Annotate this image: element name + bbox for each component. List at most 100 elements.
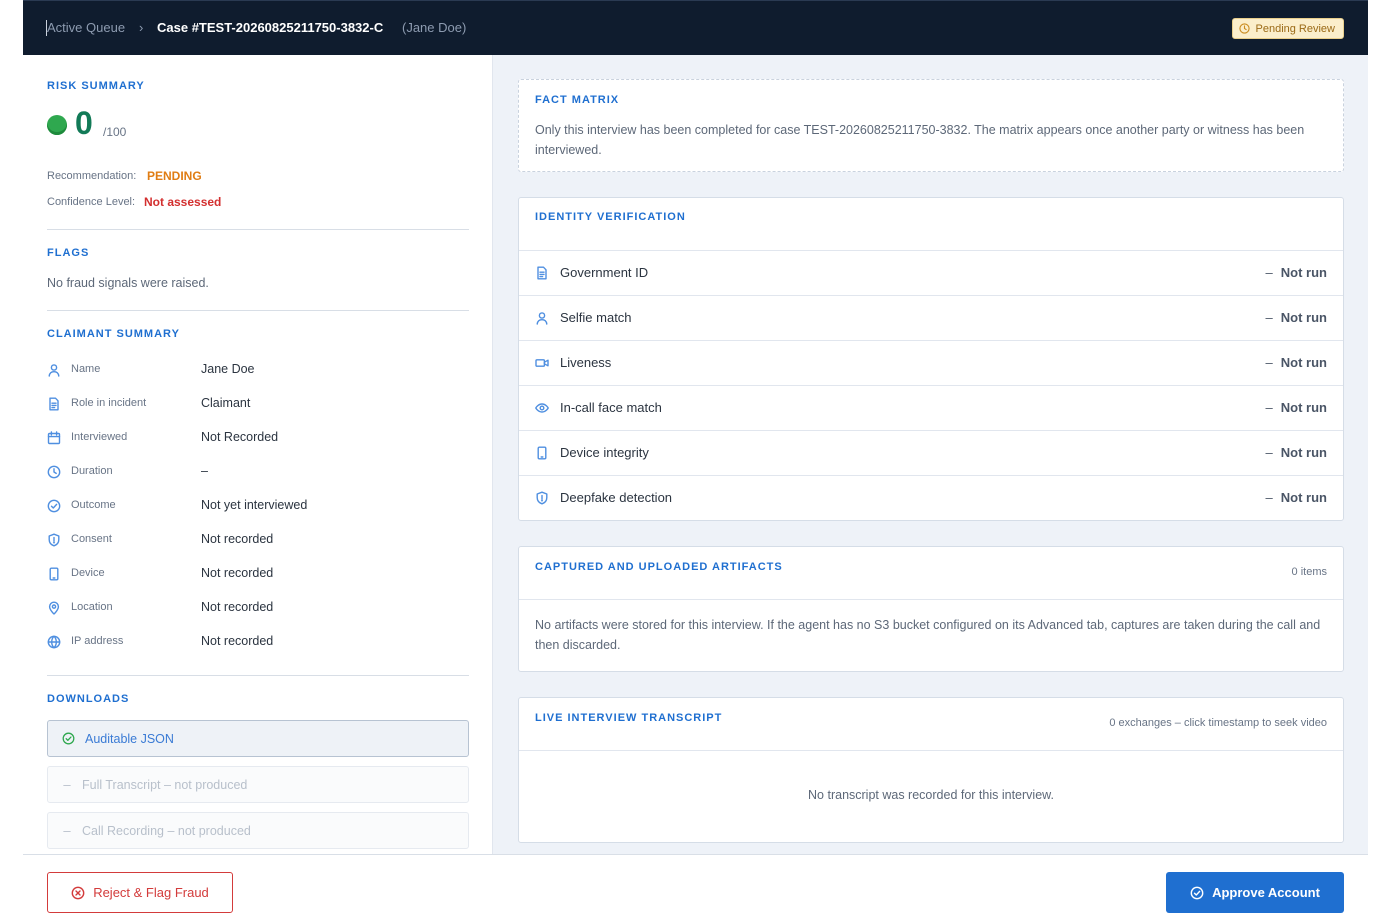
- claimant-row-ip-address: IP address Not recorded: [47, 632, 469, 652]
- flags-text: No fraud signals were raised.: [47, 276, 209, 290]
- shield-icon: [48, 533, 60, 547]
- check-circle-icon: [62, 732, 75, 745]
- flags-title: FLAGS: [47, 247, 90, 259]
- identity-check-status: Not run: [1266, 355, 1327, 370]
- breadcrumb-case-id: Case #TEST-20260825211750-3832-C: [157, 20, 384, 35]
- transcript-card: LIVE INTERVIEW TRANSCRIPT 0 exchanges – …: [518, 697, 1344, 843]
- card-divider: [519, 599, 1343, 600]
- claimant-value: Claimant: [201, 396, 251, 410]
- calendar-icon: [47, 431, 61, 445]
- artifacts-count: 0 items: [1291, 566, 1327, 578]
- identity-row-device-integrity: Device integrity Not run: [519, 430, 1343, 475]
- breadcrumb-active-queue[interactable]: Active Queue: [45, 20, 125, 36]
- document-icon: [537, 266, 547, 280]
- claimant-label: Name: [71, 363, 101, 375]
- download-auditable-json-button[interactable]: Auditable JSON: [47, 720, 469, 757]
- reject-button-label: Reject & Flag Fraud: [93, 885, 209, 900]
- divider: [47, 675, 469, 676]
- claimant-label: Outcome: [71, 499, 116, 511]
- left-panel: RISK SUMMARY 0 /100 Recommendation: PEND…: [23, 55, 493, 854]
- check-circle-icon: [1190, 886, 1204, 899]
- fact-matrix-title: FACT MATRIX: [535, 94, 620, 106]
- case-review-page: Active Queue › Case #TEST-20260825211750…: [23, 0, 1368, 924]
- phone-icon: [49, 567, 59, 581]
- x-circle-icon: [71, 886, 85, 899]
- breadcrumb-chevron-icon: ›: [139, 20, 144, 35]
- download-call-recording-button: – Call Recording – not produced: [47, 812, 469, 849]
- clock-icon: [1238, 23, 1250, 34]
- claimant-label: Device: [71, 567, 105, 579]
- phone-icon: [537, 446, 547, 460]
- document-icon: [49, 397, 59, 411]
- approve-account-button[interactable]: Approve Account: [1166, 872, 1344, 913]
- confidence-label: Confidence Level:: [47, 196, 136, 208]
- location-pin-icon: [48, 601, 60, 615]
- claimant-label: Duration: [71, 465, 113, 477]
- identity-check-label: In-call face match: [560, 400, 662, 415]
- eye-icon: [535, 403, 549, 413]
- claimant-label: IP address: [71, 635, 124, 647]
- claimant-row-interviewed: Interviewed Not Recorded: [47, 428, 469, 448]
- shield-alert-icon: [536, 491, 548, 505]
- breadcrumb-party-name: (Jane Doe): [402, 20, 467, 35]
- identity-check-status: Not run: [1266, 310, 1327, 325]
- artifacts-title: CAPTURED AND UPLOADED ARTIFACTS: [535, 561, 783, 573]
- download-label: Auditable JSON: [85, 731, 174, 746]
- reject-flag-fraud-button[interactable]: Reject & Flag Fraud: [47, 872, 233, 913]
- confidence-value: Not assessed: [144, 195, 222, 209]
- claimant-row-name: Name Jane Doe: [47, 360, 469, 380]
- identity-verification-title: IDENTITY VERIFICATION: [535, 211, 686, 223]
- identity-check-label: Liveness: [560, 355, 612, 370]
- check-circle-icon: [47, 499, 61, 513]
- identity-check-status: Not run: [1266, 490, 1327, 505]
- divider: [47, 229, 469, 230]
- dash-icon: –: [63, 823, 71, 838]
- identity-check-label: Device integrity: [560, 445, 649, 460]
- claimant-summary-title: CLAIMANT SUMMARY: [47, 328, 180, 340]
- claimant-label: Location: [71, 601, 113, 613]
- identity-check-status: Not run: [1266, 265, 1327, 280]
- identity-row-government-id: Government ID Not run: [519, 250, 1343, 295]
- claimant-value: Jane Doe: [201, 362, 255, 376]
- fact-matrix-card: FACT MATRIX Only this interview has been…: [518, 79, 1344, 172]
- download-label: Call Recording – not produced: [82, 823, 251, 838]
- downloads-title: DOWNLOADS: [47, 693, 130, 705]
- divider: [47, 310, 469, 311]
- download-label: Full Transcript – not produced: [82, 777, 248, 792]
- claimant-value: Not Recorded: [201, 430, 279, 444]
- clock-icon: [47, 465, 61, 479]
- status-badge: Pending Review: [1231, 18, 1344, 39]
- card-divider: [519, 750, 1343, 751]
- risk-score-value: 0: [75, 105, 93, 141]
- recommendation-value: PENDING: [147, 169, 202, 183]
- claimant-row-role: Role in incident Claimant: [47, 394, 469, 414]
- claimant-row-device: Device Not recorded: [47, 564, 469, 584]
- status-badge-label: Pending Review: [1255, 22, 1336, 35]
- identity-check-label: Selfie match: [560, 310, 632, 325]
- claimant-label: Interviewed: [71, 431, 128, 443]
- claimant-value: Not recorded: [201, 600, 274, 614]
- fact-matrix-text: Only this interview has been completed f…: [535, 123, 1305, 157]
- claimant-row-consent: Consent Not recorded: [47, 530, 469, 550]
- identity-row-selfie-match: Selfie match Not run: [519, 295, 1343, 340]
- claimant-row-outcome: Outcome Not yet interviewed: [47, 496, 469, 516]
- artifacts-card: CAPTURED AND UPLOADED ARTIFACTS 0 items …: [518, 546, 1344, 672]
- transcript-empty-text: No transcript was recorded for this inte…: [808, 788, 1054, 802]
- claimant-value: Not recorded: [201, 634, 274, 648]
- identity-row-deepfake-detection: Deepfake detection Not run: [519, 475, 1343, 520]
- transcript-title: LIVE INTERVIEW TRANSCRIPT: [535, 712, 723, 724]
- video-camera-icon: [535, 359, 549, 367]
- dash-icon: –: [63, 777, 71, 792]
- recommendation-label: Recommendation:: [47, 170, 137, 182]
- claimant-row-duration: Duration –: [47, 462, 469, 482]
- transcript-meta: 0 exchanges – click timestamp to seek vi…: [1109, 717, 1327, 729]
- claimant-value: –: [201, 464, 208, 478]
- claimant-value: Not yet interviewed: [201, 498, 308, 512]
- risk-indicator-dot: [47, 115, 67, 135]
- claimant-label: Consent: [71, 533, 112, 545]
- claimant-row-location: Location Not recorded: [47, 598, 469, 618]
- identity-row-in-call-face-match: In-call face match Not run: [519, 385, 1343, 430]
- approve-button-label: Approve Account: [1212, 885, 1320, 900]
- identity-check-status: Not run: [1266, 445, 1327, 460]
- identity-row-liveness: Liveness Not run: [519, 340, 1343, 385]
